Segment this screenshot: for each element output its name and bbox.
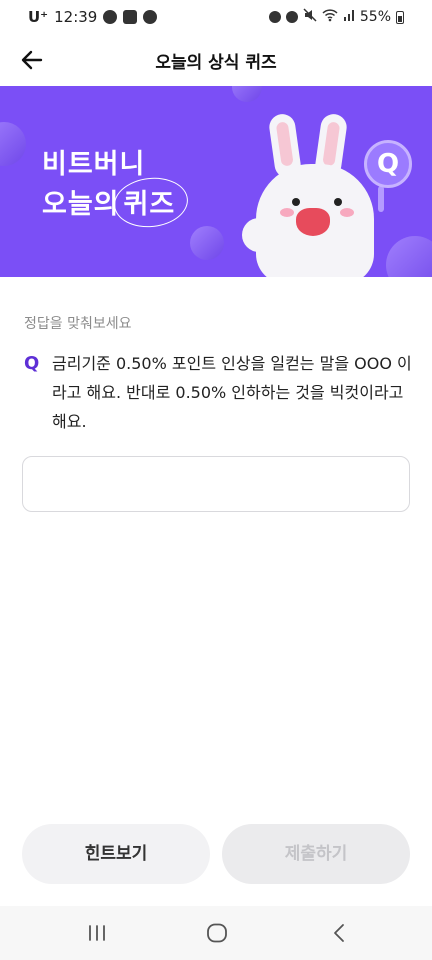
rabbit-cheek [340, 208, 354, 217]
banner-title-highlight: 퀴즈 [120, 182, 180, 221]
recent-apps-icon [89, 925, 105, 941]
quiz-question: Q 금리기준 0.50% 포인트 인상을 일컫는 말을 OOO 이라고 해요. … [24, 349, 416, 436]
talk-notification-icon [103, 10, 118, 24]
rabbit-mouth [296, 208, 330, 236]
wifi-icon [322, 8, 338, 26]
decor-coin [232, 86, 262, 102]
page-title: 오늘의 상식 퀴즈 [155, 53, 277, 73]
q-badge-icon: Q [364, 140, 412, 188]
badge-stick [378, 186, 384, 212]
system-back-button[interactable] [326, 920, 352, 946]
home-icon [207, 923, 227, 943]
answer-input[interactable] [22, 456, 410, 512]
battery-percent: 55% [359, 9, 391, 25]
back-chevron-icon [334, 924, 344, 942]
rabbit-mascot [242, 112, 378, 277]
quiz-instruction: 정답을 맞춰보세요 [24, 316, 132, 332]
signal-icon [343, 8, 355, 26]
rabbit-eye [292, 198, 300, 206]
banner-title-prefix: 오늘의 [42, 189, 120, 220]
question-label: Q [24, 353, 40, 374]
mute-icon [303, 8, 317, 26]
home-button[interactable] [204, 920, 230, 946]
rabbit-cheek [280, 208, 294, 217]
lock-notification-icon [268, 11, 281, 23]
app-header: 오늘의 상식 퀴즈 [0, 34, 432, 86]
question-text: 금리기준 0.50% 포인트 인상을 일컫는 말을 OOO 이라고 해요. 반대… [52, 354, 412, 431]
gallery-notification-icon [123, 10, 138, 24]
clock: 12:39 [54, 8, 98, 26]
carrier-label: U⁺ [28, 8, 49, 26]
rabbit-eye [334, 198, 342, 206]
recent-apps-button[interactable] [84, 920, 110, 946]
status-bar: U⁺ 12:39 55% [0, 0, 432, 34]
alarm-icon [285, 11, 298, 23]
status-left: U⁺ 12:39 [28, 8, 158, 26]
decor-coin [190, 226, 224, 260]
submit-button[interactable]: 제출하기 [222, 824, 410, 884]
banner-title-line1: 비트버니 [42, 149, 146, 180]
rabbit-arm [242, 218, 276, 252]
decor-coin [0, 122, 26, 166]
battery-icon [396, 10, 404, 24]
rabbit-notification-icon [143, 10, 158, 24]
decor-coin [386, 236, 432, 277]
banner-title-line2: 오늘의 퀴즈 [42, 182, 179, 221]
quiz-banner: 비트버니 오늘의 퀴즈 Q [0, 86, 432, 277]
hint-button[interactable]: 힌트보기 [22, 824, 210, 884]
system-nav-bar [0, 906, 432, 960]
status-right: 55% [268, 8, 404, 26]
